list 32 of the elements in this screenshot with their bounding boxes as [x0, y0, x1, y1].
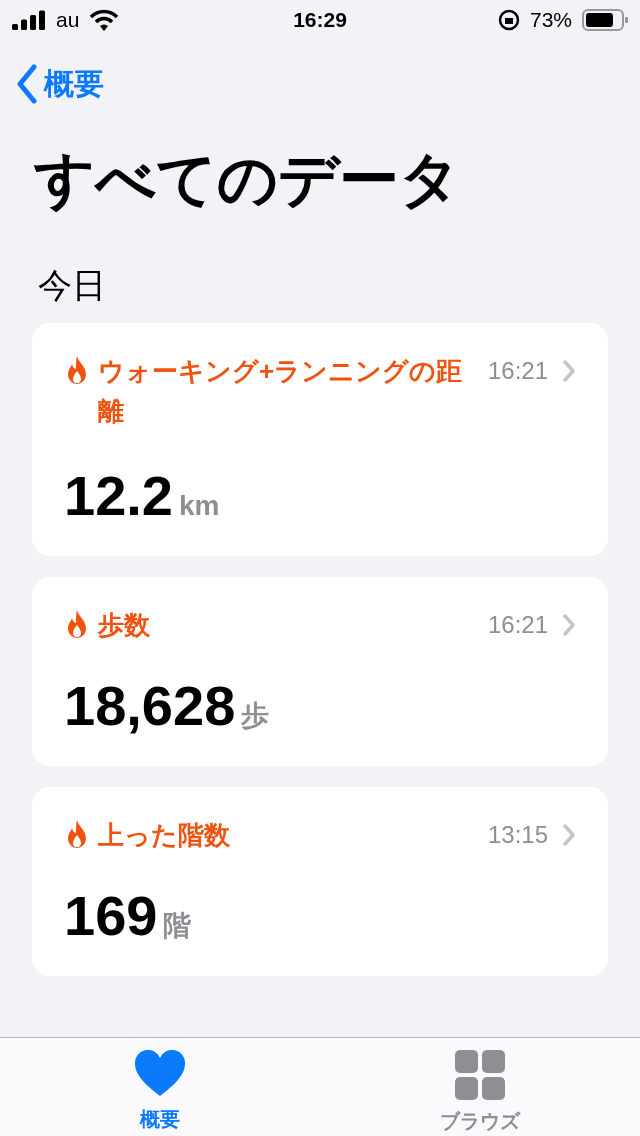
- tab-bar-item[interactable]: 概要: [0, 1038, 320, 1136]
- chevron-right-icon: [562, 823, 576, 847]
- card-value: 12.2: [64, 463, 173, 528]
- chevron-right-icon: [562, 359, 576, 383]
- wifi-icon: [89, 9, 120, 31]
- card-time: 13:15: [487, 821, 548, 849]
- clock-time: 16:29: [293, 8, 347, 32]
- data-card[interactable]: ウォーキング+ランニングの距離 16:21 12.2 km: [32, 323, 608, 556]
- rotation-lock-icon: [497, 9, 520, 31]
- carrier-name: au: [56, 8, 80, 32]
- data-card[interactable]: 上った階数 13:15 169 階: [32, 787, 608, 976]
- card-unit: 歩: [241, 699, 270, 733]
- chevron-right-icon: [562, 613, 576, 637]
- battery-icon: [582, 9, 628, 31]
- card-title: 歩数: [98, 609, 150, 642]
- card-time: 16:21: [487, 357, 548, 385]
- card-unit: km: [179, 490, 220, 522]
- chevron-left-icon: [16, 64, 38, 104]
- grid-icon: [455, 1050, 505, 1100]
- card-value: 169: [64, 883, 158, 948]
- card-title: 上った階数: [98, 819, 230, 852]
- data-card[interactable]: 歩数 16:21 18,628 歩: [32, 577, 608, 766]
- back-button[interactable]: 概要: [16, 63, 104, 105]
- battery-percent: 73%: [529, 8, 572, 32]
- heart-icon: [134, 1050, 186, 1098]
- card-value: 18,628: [64, 673, 236, 738]
- card-time: 16:21: [487, 611, 548, 639]
- section-header: 今日: [38, 265, 107, 306]
- card-title: ウォーキング+ランニングの距離: [98, 355, 464, 428]
- card-unit: 階: [163, 909, 192, 943]
- page-title: すべてのデータ: [34, 145, 461, 215]
- signal-icon: [12, 10, 46, 30]
